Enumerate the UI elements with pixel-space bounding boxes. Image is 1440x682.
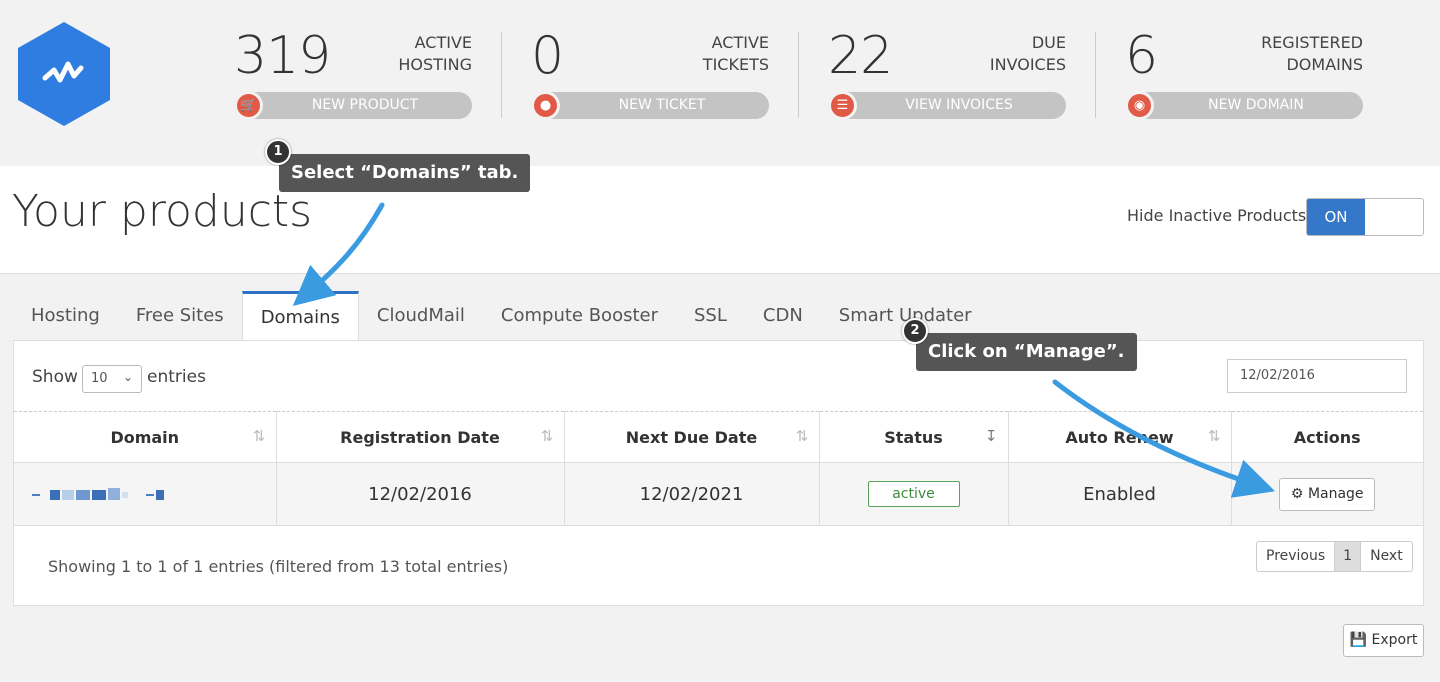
chevron-down-icon: ⌄: [122, 370, 133, 384]
page-size-select[interactable]: 10 ⌄: [82, 365, 142, 393]
actions-cell: ⚙ Manage: [1231, 462, 1423, 526]
divider: [501, 32, 502, 118]
tab-free-sites[interactable]: Free Sites: [118, 291, 242, 341]
divider: [798, 32, 799, 118]
stats-header: 319 ACTIVE HOSTING 🛒 NEW PRODUCT 0 ACTIVE…: [0, 0, 1440, 166]
toggle-on-label: ON: [1307, 199, 1365, 235]
sort-icon: ⇅: [795, 427, 809, 445]
stat-value: 0: [531, 26, 564, 86]
divider: [1095, 32, 1096, 118]
column-header-auto-renew[interactable]: Auto Renew ⇅: [1008, 411, 1232, 463]
stat-label: ACTIVE TICKETS: [702, 33, 769, 74]
tab-hosting[interactable]: Hosting: [13, 291, 118, 341]
manage-button[interactable]: ⚙ Manage: [1279, 477, 1376, 511]
globe-icon: ◉: [1125, 91, 1154, 120]
stat-active-tickets: 0 ACTIVE TICKETS ● NEW TICKET: [531, 28, 769, 120]
sort-icon: ⇅: [540, 427, 554, 445]
export-button[interactable]: 💾 Export: [1343, 624, 1424, 657]
stat-label: REGISTERED DOMAINS: [1261, 33, 1363, 74]
stat-due-invoices: 22 DUE INVOICES ☰ VIEW INVOICES: [828, 28, 1066, 120]
column-header-registration-date[interactable]: Registration Date ⇅: [276, 411, 565, 463]
callout-step-2: Click on “Manage”.: [916, 333, 1137, 371]
gears-icon: ⚙: [1290, 485, 1304, 502]
save-icon: 💾: [1349, 632, 1368, 648]
entries-label: entries: [147, 367, 206, 387]
hide-inactive-toggle[interactable]: ON: [1306, 198, 1424, 236]
tab-cdn[interactable]: CDN: [745, 291, 821, 341]
tab-cloudmail[interactable]: CloudMail: [359, 291, 483, 341]
tab-ssl[interactable]: SSL: [676, 291, 745, 341]
status-badge: active: [867, 481, 960, 507]
domains-panel: Show 10 ⌄ entries 12/02/2016 Domain ⇅ Reg…: [13, 340, 1424, 606]
list-icon: ☰: [828, 91, 857, 120]
column-header-status[interactable]: Status ↧: [819, 411, 1009, 463]
new-domain-button[interactable]: ◉ NEW DOMAIN: [1125, 91, 1363, 120]
domain-cell: [14, 462, 277, 526]
status-cell: active: [819, 462, 1009, 526]
new-product-button[interactable]: 🛒 NEW PRODUCT: [234, 91, 472, 120]
stat-value: 6: [1125, 26, 1158, 86]
domains-table: Domain ⇅ Registration Date ⇅ Next Due Date…: [14, 411, 1423, 526]
sort-icon: ⇅: [1207, 427, 1221, 445]
auto-renew-cell: Enabled: [1008, 462, 1232, 526]
show-label: Show: [32, 367, 78, 387]
view-invoices-button[interactable]: ☰ VIEW INVOICES: [828, 91, 1066, 120]
page-1-button[interactable]: 1: [1334, 542, 1362, 571]
stat-value: 319: [234, 26, 331, 86]
sort-icon: ⇅: [252, 427, 266, 445]
step-1-badge: 1: [265, 139, 291, 165]
table-info: Showing 1 to 1 of 1 entries (filtered fr…: [48, 557, 509, 576]
stat-registered-domains: 6 REGISTERED DOMAINS ◉ NEW DOMAIN: [1125, 28, 1363, 120]
product-tabs: Hosting Free Sites Domains CloudMail Com…: [13, 291, 990, 341]
hide-inactive-label: Hide Inactive Products: [1127, 206, 1307, 225]
tab-compute-booster[interactable]: Compute Booster: [483, 291, 676, 341]
column-header-domain[interactable]: Domain ⇅: [14, 411, 277, 463]
next-page-button[interactable]: Next: [1361, 542, 1412, 571]
pagination: Previous 1 Next: [1256, 541, 1413, 572]
new-ticket-button[interactable]: ● NEW TICKET: [531, 91, 769, 120]
search-input[interactable]: 12/02/2016: [1227, 359, 1407, 393]
registration-date-cell: 12/02/2016: [276, 462, 565, 526]
tab-domains[interactable]: Domains: [241, 291, 359, 341]
column-header-next-due-date[interactable]: Next Due Date ⇅: [564, 411, 820, 463]
page-title: Your products: [12, 186, 313, 237]
redacted-domain: [32, 487, 164, 500]
next-due-date-cell: 12/02/2021: [564, 462, 820, 526]
previous-page-button[interactable]: Previous: [1257, 542, 1334, 571]
chat-bubble-icon: ●: [531, 91, 560, 120]
logo-icon: [18, 22, 110, 126]
step-2-badge: 2: [902, 318, 928, 344]
title-band: Your products Hide Inactive Products ON: [0, 166, 1440, 274]
callout-step-1: Select “Domains” tab.: [279, 154, 531, 192]
stat-label: ACTIVE HOSTING: [398, 33, 472, 74]
column-header-actions: Actions: [1231, 411, 1423, 463]
table-row: 12/02/2016 12/02/2021 active Enabled ⚙ M…: [14, 462, 1423, 526]
stat-label: DUE INVOICES: [989, 33, 1066, 74]
stat-value: 22: [828, 26, 893, 86]
cart-icon: 🛒: [234, 91, 263, 120]
sort-desc-icon: ↧: [984, 427, 998, 445]
stat-active-hosting: 319 ACTIVE HOSTING 🛒 NEW PRODUCT: [234, 28, 472, 120]
